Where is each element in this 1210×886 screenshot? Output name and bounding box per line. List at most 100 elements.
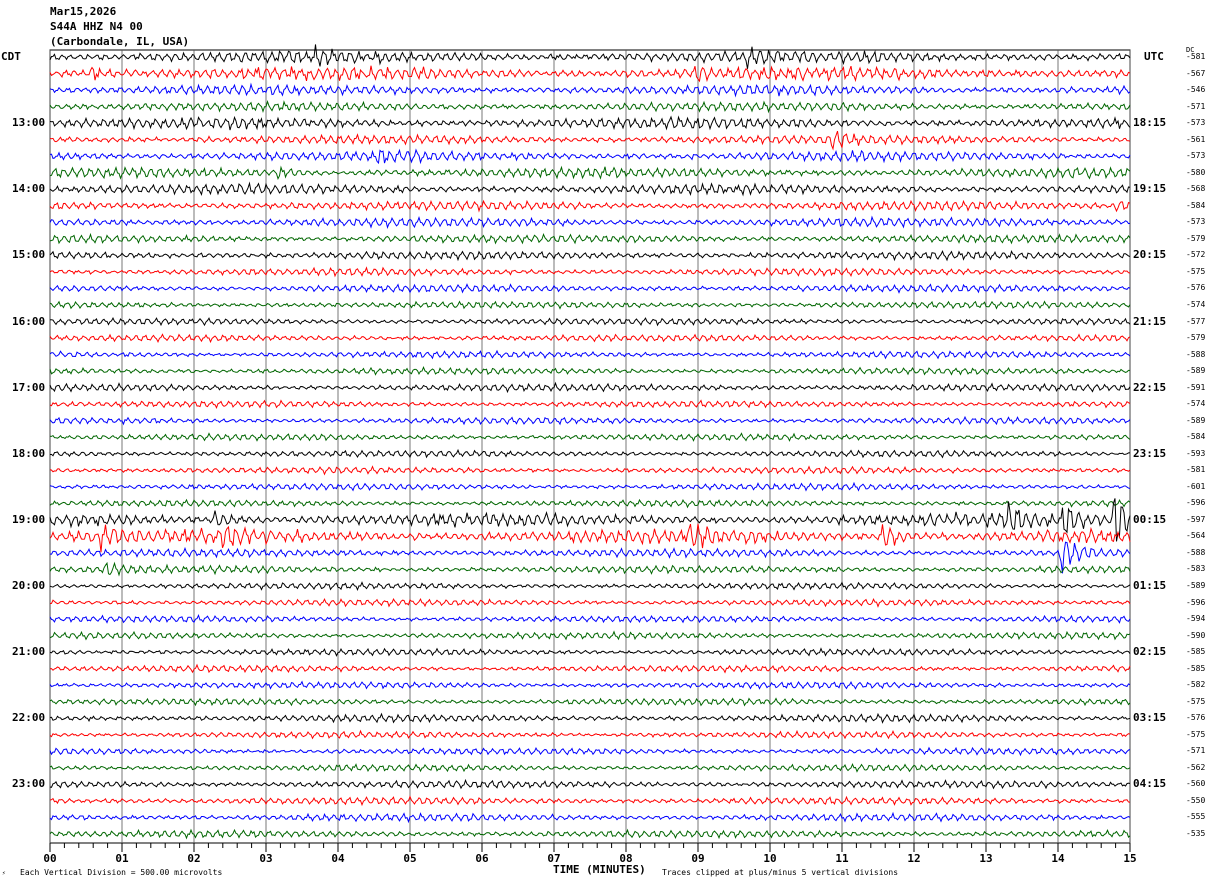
dc-offset-label: -577 — [1186, 316, 1206, 326]
trace-line — [49, 630, 1131, 641]
right-hour-label: 03:15 — [1133, 711, 1167, 725]
left-hour-label: 22:00 — [12, 711, 46, 725]
dc-offset-label: -601 — [1186, 481, 1206, 491]
dc-offset-label: -582 — [1186, 680, 1206, 690]
trace-line — [49, 44, 1131, 69]
trace-line — [49, 232, 1131, 245]
x-tick-label: 13 — [979, 852, 992, 865]
x-tick-label: 14 — [1051, 852, 1065, 865]
trace-line — [49, 811, 1131, 824]
x-tick-label: 12 — [907, 852, 920, 865]
dc-offset-label: -589 — [1186, 366, 1206, 376]
dc-offset-label: -575 — [1186, 729, 1206, 739]
right-hour-label: 04:15 — [1133, 777, 1167, 791]
right-hour-label: 18:15 — [1133, 116, 1167, 130]
x-tick-label: 09 — [691, 852, 704, 865]
helicorder: Mar15,2026 S44A HHZ N4 00 (Carbondale, I… — [0, 0, 1210, 886]
right-hour-label: 21:15 — [1133, 314, 1167, 328]
x-tick-label: 01 — [115, 852, 129, 865]
trace-line — [49, 65, 1131, 83]
dc-offset-label: -591 — [1186, 382, 1206, 392]
trace-line — [49, 680, 1131, 690]
dc-offset-label: -580 — [1186, 167, 1206, 177]
trace-line — [49, 333, 1131, 344]
trace-line — [49, 165, 1131, 181]
dc-offset-label: -574 — [1186, 299, 1206, 309]
x-tick-label: 11 — [835, 852, 849, 865]
right-hour-label: 00:15 — [1133, 512, 1167, 526]
trace-line — [49, 199, 1131, 213]
trace-line — [49, 614, 1131, 624]
trace-line — [49, 432, 1131, 442]
dc-offset-label: -584 — [1186, 200, 1206, 210]
dc-offset-label: -585 — [1186, 647, 1206, 657]
trace-line — [49, 115, 1131, 131]
dc-offset-label: -571 — [1186, 746, 1206, 756]
dc-offset-label: -535 — [1186, 829, 1206, 838]
trace-line — [49, 561, 1131, 577]
trace-line — [49, 763, 1131, 773]
dc-offset-label: -589 — [1186, 581, 1206, 591]
trace-line — [49, 82, 1131, 98]
left-hour-label: 15:00 — [12, 248, 46, 262]
dc-offset-label: -576 — [1186, 713, 1206, 723]
dc-offset-label: -581 — [1186, 465, 1206, 475]
dc-offset-label: -579 — [1186, 333, 1206, 343]
dc-offset-label: -561 — [1186, 134, 1206, 144]
trace-line — [49, 647, 1131, 657]
trace-line — [49, 523, 1131, 553]
dc-offset-label: -575 — [1186, 696, 1206, 706]
dc-offset-label: -568 — [1186, 184, 1206, 194]
right-hour-label: 19:15 — [1133, 182, 1167, 196]
trace-line — [49, 481, 1131, 492]
x-tick-label: 05 — [403, 852, 416, 865]
trace-line — [49, 581, 1131, 592]
trace-line — [49, 828, 1131, 840]
plot-frame — [49, 49, 1131, 844]
left-hour-label: 21:00 — [12, 645, 46, 659]
trace-line — [49, 381, 1131, 394]
trace-line — [49, 795, 1131, 807]
right-hour-label: 23:15 — [1133, 446, 1167, 460]
right-hour-label: 20:15 — [1133, 248, 1167, 262]
x-tick-label: 06 — [475, 852, 489, 865]
trace-line — [49, 448, 1131, 459]
dc-offset-label: -590 — [1186, 630, 1206, 640]
dc-offset-label: -576 — [1186, 283, 1206, 293]
trace-line — [49, 148, 1131, 165]
right-hour-label: 22:15 — [1133, 380, 1167, 394]
trace-line — [49, 250, 1131, 262]
x-tick-label: 02 — [187, 852, 200, 865]
trace-line — [49, 266, 1131, 278]
trace-line — [49, 498, 1131, 509]
trace-line — [49, 181, 1131, 197]
trace-line — [49, 283, 1131, 294]
trace-line — [49, 663, 1131, 674]
trace-line — [49, 300, 1131, 310]
dc-offset-label: -579 — [1186, 233, 1206, 243]
dc-offset-label: -597 — [1186, 514, 1206, 524]
dc-offset-label: -593 — [1186, 448, 1206, 458]
dc-offset-label: -567 — [1186, 68, 1206, 78]
left-hour-label: 18:00 — [12, 446, 46, 460]
right-hour-label: 01:15 — [1133, 579, 1167, 593]
dc-offset-label: -550 — [1186, 795, 1206, 805]
left-hour-label: 19:00 — [12, 512, 46, 526]
dc-offset-label: -572 — [1186, 250, 1206, 260]
left-hour-label: 13:00 — [12, 116, 46, 130]
dc-offset-label: -562 — [1186, 762, 1206, 772]
dc-offset-label: -573 — [1186, 217, 1206, 227]
dc-offset-label: -594 — [1186, 614, 1206, 624]
dc-offset-label: -574 — [1186, 399, 1206, 409]
x-tick-label: 15 — [1123, 852, 1136, 865]
dc-offset-label: -596 — [1186, 597, 1206, 607]
dc-offset-label: -546 — [1186, 85, 1206, 95]
trace-line — [49, 99, 1131, 114]
scale-note: Each Vertical Division = 500.00 microvol… — [20, 868, 223, 877]
trace-line — [49, 215, 1131, 230]
left-hour-label: 14:00 — [12, 182, 46, 196]
dc-offset-label: -571 — [1186, 101, 1206, 111]
trace-line — [49, 697, 1131, 707]
trace-line — [49, 415, 1131, 426]
trace-line — [49, 597, 1131, 608]
